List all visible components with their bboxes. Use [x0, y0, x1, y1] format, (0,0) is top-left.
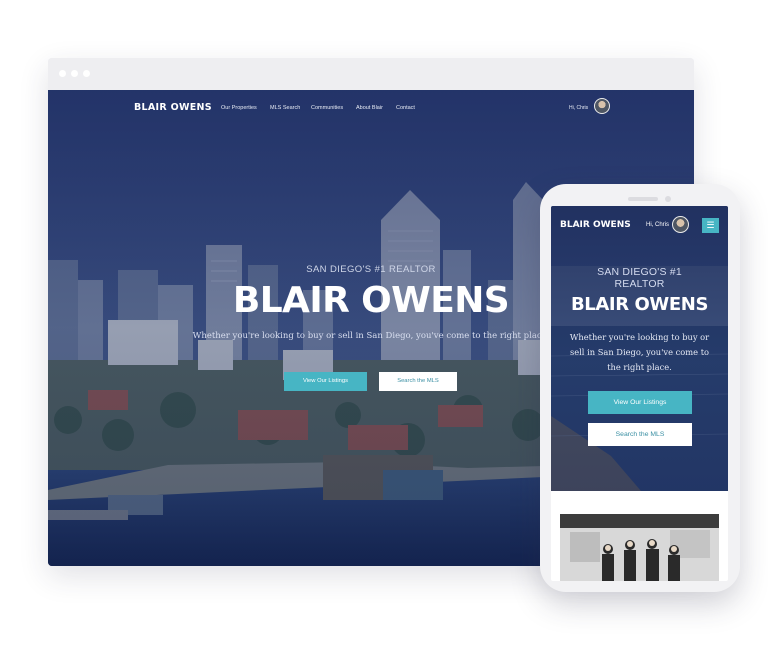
- user-greeting: Hi, Chris: [569, 105, 589, 111]
- nav-our-properties[interactable]: Our Properties: [221, 105, 257, 111]
- team-photo-image: [560, 514, 719, 581]
- mobile-hero-subtitle: SAN DIEGO'S #1 REALTOR: [571, 266, 708, 290]
- view-listings-button[interactable]: View Our Listings: [284, 372, 367, 391]
- mobile-page: BLAIR OWENS Hi, Chris ☰ SAN DIEGO'S #1 R…: [551, 206, 728, 581]
- mobile-view-listings-button[interactable]: View Our Listings: [588, 391, 692, 414]
- phone-mockup: BLAIR OWENS Hi, Chris ☰ SAN DIEGO'S #1 R…: [540, 184, 740, 592]
- window-dot-icon: [71, 70, 78, 77]
- mobile-search-mls-button[interactable]: Search the MLS: [588, 423, 692, 446]
- window-dot-icon: [59, 70, 66, 77]
- nav-mls-search[interactable]: MLS Search: [270, 105, 300, 111]
- window-dot-icon: [83, 70, 90, 77]
- mobile-user-greeting: Hi, Chris: [646, 222, 670, 228]
- team-photo: [560, 514, 719, 581]
- mobile-hero-subtitle-line1: SAN DIEGO'S #1: [597, 266, 682, 278]
- mobile-hero-subtitle-line2: REALTOR: [614, 278, 665, 290]
- phone-speaker: [628, 197, 658, 201]
- mobile-hero: BLAIR OWENS Hi, Chris ☰ SAN DIEGO'S #1 R…: [551, 206, 728, 491]
- avatar[interactable]: [594, 98, 610, 114]
- mobile-hero-tagline: Whether you're looking to buy or sell in…: [569, 332, 710, 372]
- nav-contact[interactable]: Contact: [396, 105, 415, 111]
- nav-communities[interactable]: Communities: [311, 105, 343, 111]
- avatar[interactable]: [672, 216, 689, 233]
- mobile-site-logo[interactable]: BLAIR OWENS: [560, 220, 631, 230]
- site-nav: BLAIR OWENS Our Properties MLS Search Co…: [48, 90, 694, 124]
- hamburger-menu-icon[interactable]: ☰: [702, 218, 719, 233]
- search-mls-button[interactable]: Search the MLS: [379, 372, 457, 391]
- mobile-hero-title: BLAIR OWENS: [570, 294, 709, 315]
- site-logo[interactable]: BLAIR OWENS: [134, 102, 212, 113]
- phone-camera: [665, 196, 671, 202]
- nav-about-blair[interactable]: About Blair: [356, 105, 383, 111]
- browser-title-bar: [48, 58, 694, 90]
